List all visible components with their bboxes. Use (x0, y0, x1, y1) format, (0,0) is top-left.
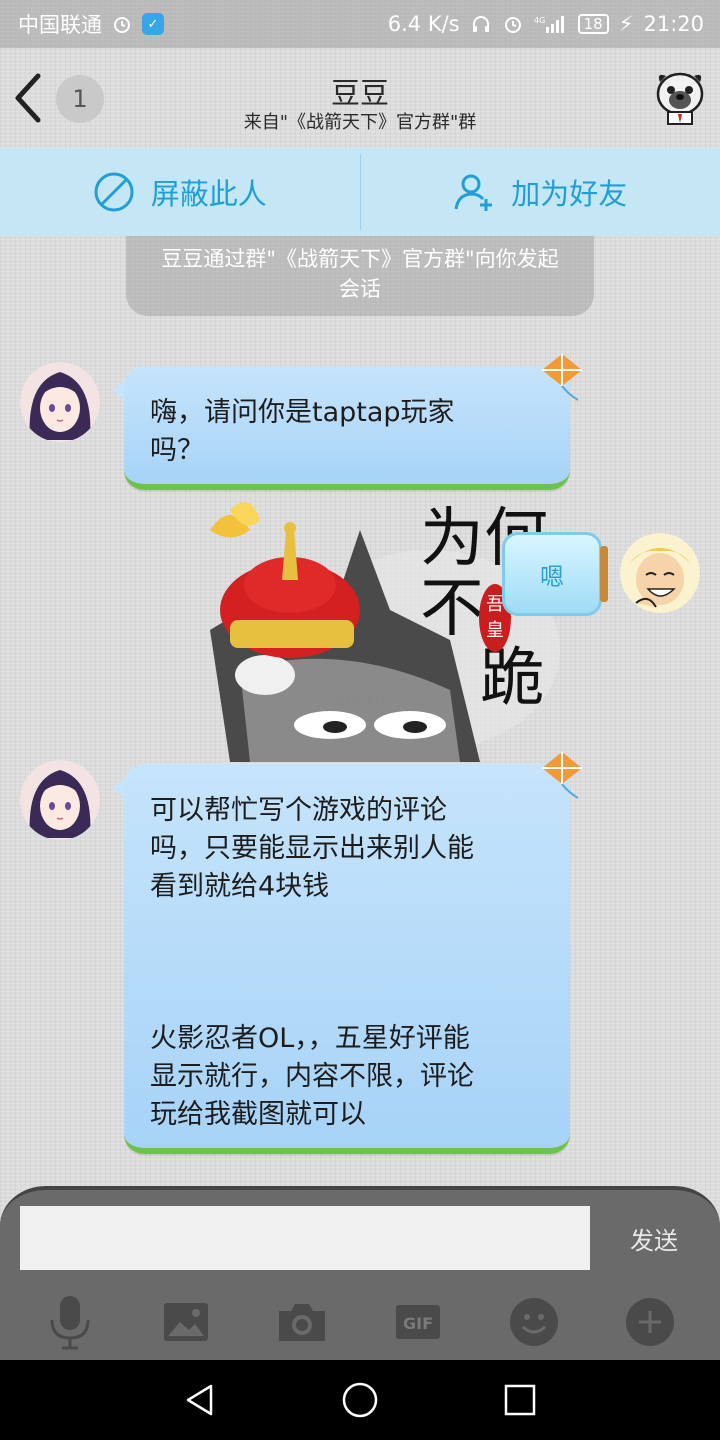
more-button[interactable] (620, 1292, 680, 1352)
nav-recents-button[interactable] (490, 1370, 550, 1430)
chat-header: 1 豆豆 来自"《战箭天下》官方群"群 (0, 48, 720, 148)
back-button[interactable] (6, 68, 50, 128)
unread-count-badge[interactable]: 1 (56, 75, 104, 123)
message-line: 可以帮忙写个游戏的评论 (150, 795, 447, 826)
anime-girl-avatar-icon (20, 362, 100, 442)
sticker-image[interactable]: 为何 不 跪 吾 皇 (190, 490, 570, 762)
message-line: 嗨，请问你是taptap玩家 (150, 397, 455, 428)
plus-icon (626, 1298, 674, 1346)
status-left: 中国联通 ✓ (18, 9, 164, 39)
chat-subtitle: 来自"《战箭天下》官方群"群 (243, 112, 477, 133)
system-notice: 豆豆通过群"《战箭天下》官方群"向你发起会话 (126, 236, 594, 316)
photo-button[interactable] (156, 1292, 216, 1352)
headset-icon (470, 13, 492, 35)
sender-avatar[interactable] (20, 760, 100, 840)
status-right: 6.4 K/s 4G 18 ⚡ 21:20 (388, 12, 704, 36)
message-line: 吗，只要能显示出来别人能 (150, 833, 474, 864)
circle-home-icon (342, 1382, 378, 1418)
message-input[interactable] (20, 1206, 590, 1270)
message-line: 火影忍者OL，，五星好评能 (150, 1023, 470, 1054)
send-button[interactable]: 发送 (600, 1206, 708, 1270)
camera-icon (279, 1304, 325, 1341)
anime-girl-avatar-icon (20, 760, 100, 840)
chat-title: 豆豆 (330, 76, 389, 110)
microphone-icon (50, 1296, 90, 1350)
message-line: 玩给我截图就可以 (150, 1099, 366, 1130)
signal-type: 4G (534, 16, 545, 25)
network-speed: 6.4 K/s (387, 12, 460, 36)
gif-icon: GIF (396, 1305, 440, 1339)
message-line: 显示就行，内容不限，评论 (150, 1061, 474, 1092)
emoji-icon (510, 1298, 558, 1346)
message-bubble[interactable]: 可以帮忙写个游戏的评论 吗，只要能显示出来别人能 看到就给4块钱 火影忍者OL，… (124, 764, 570, 1154)
my-avatar[interactable] (620, 533, 700, 613)
nav-home-button[interactable] (330, 1370, 390, 1430)
clock: 21:20 (643, 12, 704, 36)
message-timestamp: 20:16 (334, 688, 386, 709)
sticker-seal-2: 皇 (486, 620, 504, 641)
pug-avatar-icon (656, 72, 704, 125)
carrier-label: 中国联通 (18, 13, 102, 37)
add-friend-label: 加为好友 (511, 177, 628, 211)
camera-button[interactable] (272, 1292, 332, 1352)
signal-icon: 4G (534, 13, 568, 35)
shield-icon: ✓ (142, 13, 164, 35)
triangle-back-icon (186, 1384, 213, 1416)
chevron-left-icon (15, 73, 41, 123)
square-recents-icon (504, 1384, 536, 1416)
message-bubble[interactable]: 嗨，请问你是taptap玩家 吗？ (124, 366, 570, 490)
kite-icon (542, 752, 582, 799)
gif-label: GIF (403, 1314, 433, 1333)
emoji-button[interactable] (504, 1292, 564, 1352)
my-message-bubble[interactable]: 嗯 (502, 532, 602, 616)
sticker-text-2: 不 (420, 572, 484, 646)
timer-icon (112, 14, 132, 34)
alarm-icon (502, 13, 524, 35)
emperor-cat-sticker: 为何 不 跪 吾 皇 (210, 502, 560, 762)
voice-button[interactable] (40, 1292, 100, 1352)
sender-avatar[interactable] (20, 362, 100, 442)
add-friend-icon (454, 174, 493, 211)
jar-cork-icon (600, 546, 608, 602)
block-user-button[interactable]: 屏蔽此人 (0, 148, 360, 236)
gif-button[interactable]: GIF (388, 1292, 448, 1352)
kite-icon (542, 354, 582, 401)
nav-back-button[interactable] (170, 1370, 230, 1430)
image-icon (164, 1303, 208, 1341)
block-icon (94, 172, 134, 212)
input-panel: 发送 GIF (0, 1186, 720, 1360)
block-user-label: 屏蔽此人 (150, 177, 267, 211)
message-line: 看到就给4块钱 (150, 871, 330, 902)
add-friend-button[interactable]: 加为好友 (361, 148, 720, 236)
stranger-action-bar: 屏蔽此人 加为好友 (0, 148, 720, 236)
system-nav-bar (0, 1360, 720, 1440)
input-toolbar: GIF (0, 1284, 720, 1360)
battery-indicator: 18 (577, 14, 609, 34)
charging-icon: ⚡ (618, 12, 634, 36)
message-line: 吗？ (150, 435, 204, 466)
profile-button[interactable] (652, 68, 708, 128)
status-bar: 中国联通 ✓ 6.4 K/s 4G 18 ⚡ 21:20 (0, 0, 720, 48)
cartoon-face-avatar-icon (620, 533, 700, 613)
